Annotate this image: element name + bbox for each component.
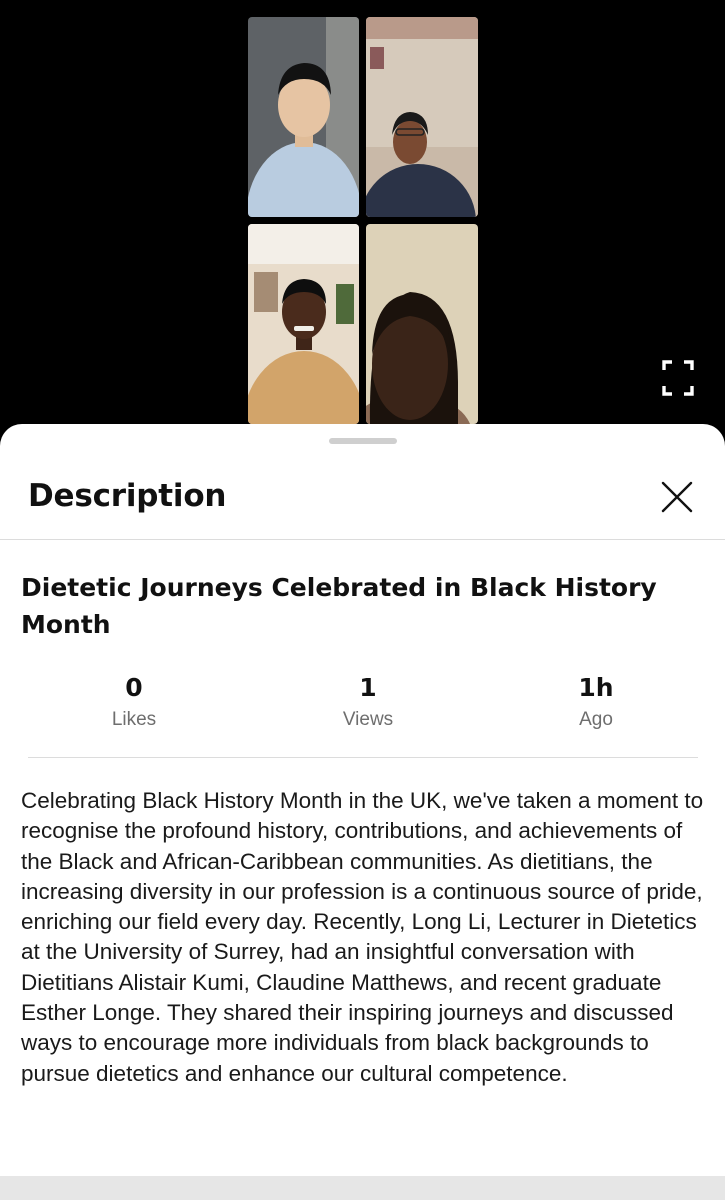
sheet-header: Description bbox=[0, 464, 725, 540]
views-stat: 1 Views bbox=[298, 671, 438, 733]
video-tile-participant-3 bbox=[248, 224, 359, 424]
sheet-title: Description bbox=[28, 478, 227, 514]
likes-count: 0 bbox=[125, 673, 143, 702]
views-count: 1 bbox=[359, 673, 377, 702]
fullscreen-button[interactable] bbox=[660, 358, 696, 398]
video-tile-participant-4 bbox=[366, 224, 478, 424]
posted-time-value: 1h bbox=[578, 673, 614, 702]
bottom-bar bbox=[0, 1176, 725, 1200]
divider bbox=[28, 757, 698, 758]
post-stats: 0 Likes 1 Views 1h Ago bbox=[0, 671, 725, 737]
description-sheet: Description Dietetic Journeys Celebrated… bbox=[0, 424, 725, 1200]
video-tile-participant-1 bbox=[248, 17, 359, 217]
posted-time-label: Ago bbox=[579, 709, 613, 730]
close-button[interactable] bbox=[660, 480, 694, 514]
likes-stat: 0 Likes bbox=[64, 671, 204, 733]
post-description: Celebrating Black History Month in the U… bbox=[21, 788, 704, 1086]
posted-time-stat: 1h Ago bbox=[526, 671, 666, 733]
sheet-grabber-handle[interactable] bbox=[329, 438, 397, 444]
fullscreen-icon bbox=[662, 360, 694, 396]
video-tile-participant-2 bbox=[366, 17, 478, 217]
video-player[interactable] bbox=[0, 0, 725, 432]
views-label: Views bbox=[342, 709, 394, 730]
likes-label: Likes bbox=[111, 709, 157, 730]
close-icon bbox=[661, 481, 693, 513]
post-title: Dietetic Journeys Celebrated in Black Hi… bbox=[21, 573, 657, 639]
